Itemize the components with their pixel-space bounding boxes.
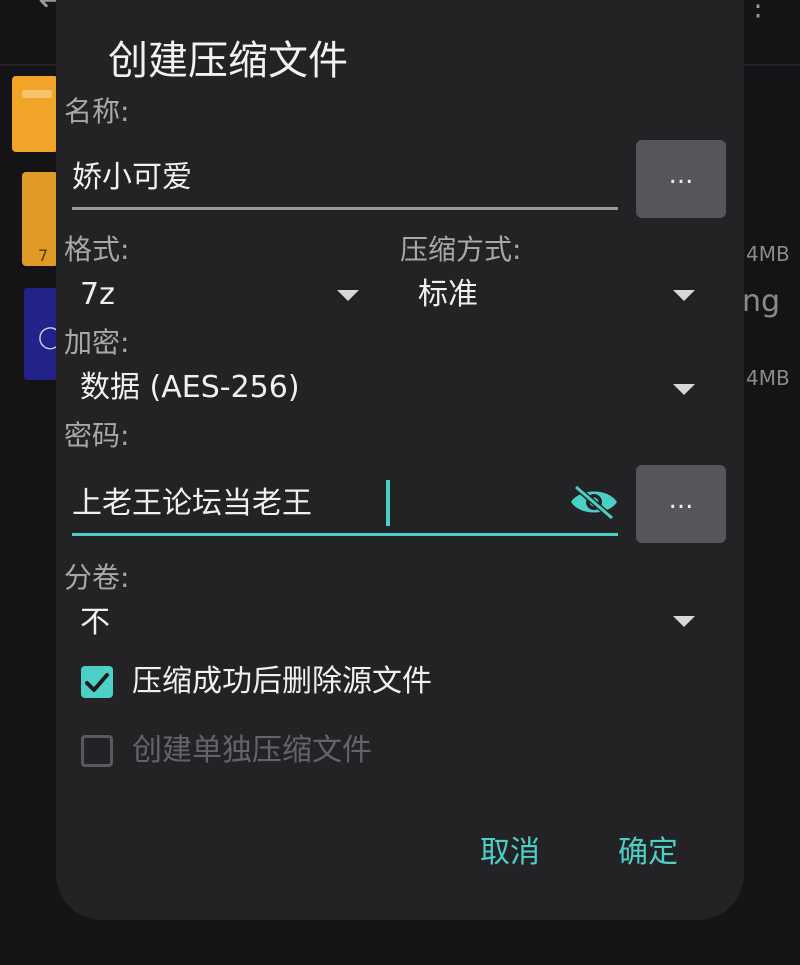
password-input[interactable]: 上老王论坛当老王 xyxy=(72,484,402,524)
dialog-title: 创建压缩文件 xyxy=(108,38,348,84)
eye-off-icon[interactable] xyxy=(568,484,620,520)
password-options-button[interactable]: ... xyxy=(636,465,726,543)
password-label: 密码: xyxy=(64,419,130,452)
archive-badge: 7 xyxy=(38,246,49,265)
separate-archives-checkbox[interactable] xyxy=(81,735,113,767)
name-browse-button[interactable]: ... xyxy=(636,140,726,218)
split-select[interactable]: 不 xyxy=(80,603,280,643)
split-label: 分卷: xyxy=(64,561,130,594)
file-size-1: 4MB xyxy=(746,242,790,266)
name-input[interactable]: 娇小可爱 xyxy=(72,158,572,198)
text-cursor xyxy=(386,480,390,526)
folder-icon[interactable] xyxy=(12,76,58,152)
confirm-button[interactable]: 确定 xyxy=(618,833,688,873)
chevron-down-icon[interactable] xyxy=(337,290,359,301)
encryption-label: 加密: xyxy=(64,326,130,359)
chevron-down-icon[interactable] xyxy=(673,290,695,301)
name-label: 名称: xyxy=(64,95,130,128)
compression-label: 压缩方式: xyxy=(400,233,522,266)
encryption-select[interactable]: 数据 (AES-256) xyxy=(80,368,480,408)
cancel-button[interactable]: 取消 xyxy=(480,833,550,873)
file-name-fragment: ng xyxy=(742,284,781,319)
chevron-down-icon[interactable] xyxy=(673,616,695,627)
chevron-down-icon[interactable] xyxy=(673,384,695,395)
separate-archives-label[interactable]: 创建单独压缩文件 xyxy=(132,731,532,771)
password-input-underline xyxy=(72,533,618,536)
create-archive-dialog xyxy=(56,0,744,920)
file-size-2: 4MB xyxy=(746,366,790,390)
delete-source-checkbox[interactable] xyxy=(81,666,113,698)
check-icon xyxy=(85,673,109,692)
name-input-underline xyxy=(72,207,618,210)
compression-select[interactable]: 标准 xyxy=(418,275,618,315)
format-select[interactable]: 7z xyxy=(80,275,280,315)
more-vertical-icon[interactable]: ⋮ xyxy=(744,0,772,20)
folder-tab xyxy=(22,90,52,98)
delete-source-label[interactable]: 压缩成功后删除源文件 xyxy=(132,662,532,702)
format-label: 格式: xyxy=(64,233,130,266)
